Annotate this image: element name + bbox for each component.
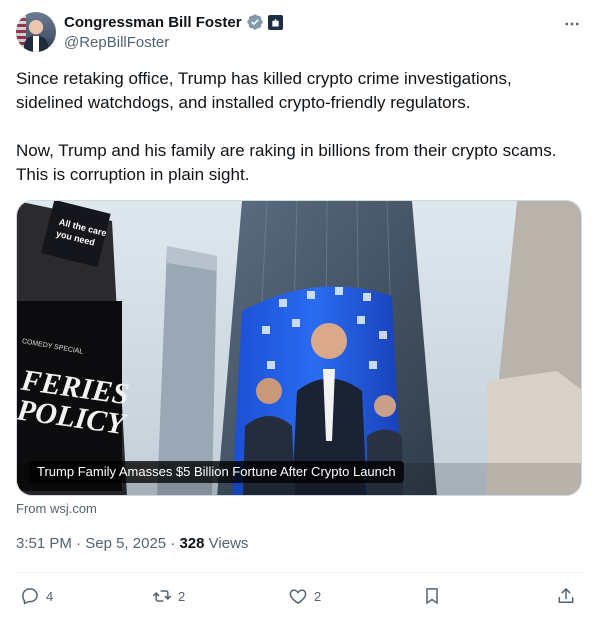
reply-button[interactable]: 4 (20, 584, 53, 608)
card-source[interactable]: From wsj.com (16, 501, 97, 516)
card-title[interactable]: Trump Family Amasses $5 Billion Fortune … (29, 461, 404, 483)
tweet-date[interactable]: Sep 5, 2025 (85, 535, 166, 552)
meta-separator: · (76, 535, 82, 552)
repost-icon (152, 590, 172, 602)
link-card[interactable]: All the care you need FERIES POLICY COME… (16, 200, 582, 496)
tweet-time[interactable]: 3:51 PM (16, 535, 72, 552)
avatar-shirt (33, 36, 39, 52)
like-button[interactable]: 2 (288, 584, 321, 608)
capitol-icon (271, 17, 279, 27)
bookmark-icon (426, 588, 438, 604)
repost-button[interactable]: 2 (152, 584, 185, 608)
reply-count: 4 (46, 588, 54, 604)
repost-count: 2 (178, 588, 186, 604)
heart-icon (289, 589, 307, 604)
card-image: All the care you need FERIES POLICY COME… (17, 201, 581, 495)
meta-separator: · (170, 535, 176, 552)
reply-icon (22, 588, 38, 605)
like-count: 2 (314, 588, 322, 604)
tweet-paragraph: Now, Trump and his family are raking in … (16, 141, 557, 184)
avatar[interactable] (16, 12, 56, 52)
share-button[interactable] (556, 584, 576, 608)
display-name[interactable]: Congressman Bill Foster (64, 14, 242, 31)
name-row: Congressman Bill Foster (64, 12, 283, 32)
views-count[interactable]: 328 (179, 535, 204, 552)
more-options-icon[interactable] (562, 14, 582, 34)
verified-badge-icon[interactable] (246, 13, 264, 31)
tweet-text: Since retaking office, Trump has killed … (16, 67, 582, 187)
tweet-paragraph: Since retaking office, Trump has killed … (16, 69, 512, 112)
divider (16, 572, 582, 573)
government-badge-icon[interactable] (267, 14, 283, 30)
tweet-meta: 3:51 PM · Sep 5, 2025 · 328 Views (16, 535, 248, 552)
ellipsis-icon (565, 22, 579, 26)
action-bar: 4 2 2 (16, 584, 582, 608)
bookmark-button[interactable] (422, 584, 442, 608)
views-label: Views (208, 535, 249, 552)
share-icon (558, 588, 574, 603)
author-handle[interactable]: @RepBillFoster (64, 34, 169, 51)
tweet-header: Congressman Bill Foster @RepBillFoster (16, 12, 582, 56)
